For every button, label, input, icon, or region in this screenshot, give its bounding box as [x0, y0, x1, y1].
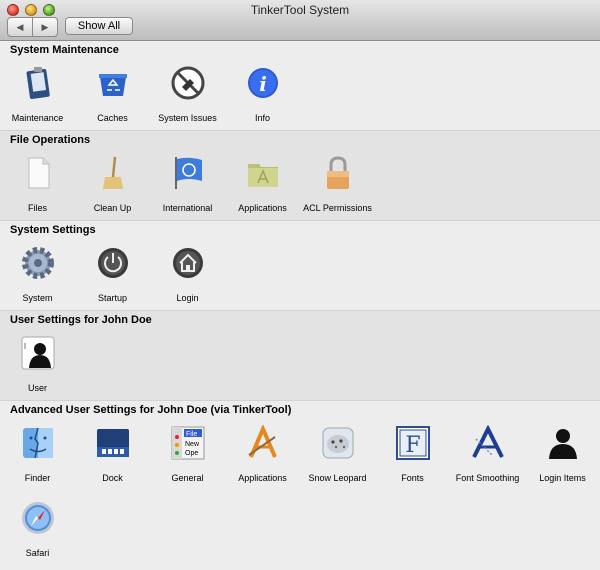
pref-label: Finder: [24, 473, 51, 483]
clipboard-icon: [20, 65, 56, 101]
back-forward-control: ◀ ▶: [7, 17, 58, 37]
info-icon: i: [245, 65, 281, 101]
pref-label: Fonts: [401, 473, 424, 483]
font-smoothing-icon: [470, 424, 506, 461]
pref-label: Dock: [102, 473, 123, 483]
pref-label: Font Smoothing: [455, 473, 520, 483]
pref-safari[interactable]: Safari: [0, 496, 75, 558]
pref-startup[interactable]: Startup: [75, 241, 150, 303]
pref-dock[interactable]: Dock: [75, 421, 150, 483]
pref-label: Applications: [238, 473, 287, 483]
section-file-operations: File Operations Files Clean Up Internati…: [0, 131, 600, 221]
pref-label: Applications: [238, 203, 287, 213]
pref-label: Caches: [97, 113, 128, 123]
pref-general[interactable]: File New Ope General: [150, 421, 225, 483]
home-icon: [170, 245, 206, 281]
power-icon: [95, 245, 131, 281]
applications-a-icon: [245, 423, 281, 461]
pref-login-items[interactable]: Login Items: [525, 421, 600, 483]
pref-system-issues[interactable]: System Issues: [150, 61, 225, 123]
section-title: Advanced User Settings for John Doe (via…: [10, 404, 292, 416]
broom-icon: [95, 155, 131, 191]
pref-label: System: [22, 293, 53, 303]
user-silhouette-icon: [20, 335, 56, 371]
pref-login[interactable]: Login: [150, 241, 225, 303]
pref-label: Clean Up: [93, 203, 132, 213]
window-title: TinkerTool System: [250, 3, 350, 17]
pref-finder[interactable]: Finder: [0, 421, 75, 483]
login-items-icon: [545, 425, 581, 461]
applications-folder-icon: [245, 155, 281, 191]
prohibited-icon: [170, 65, 206, 101]
pref-label: General: [171, 473, 204, 483]
pref-user[interactable]: User: [0, 331, 75, 393]
svg-text:F: F: [405, 433, 420, 458]
pref-label: Snow Leopard: [308, 473, 367, 483]
gear-icon: [20, 245, 56, 281]
general-icon-new: New: [185, 441, 200, 448]
title-bar: TinkerTool System ◀ ▶ Show All: [0, 0, 600, 41]
pref-maintenance[interactable]: Maintenance: [0, 61, 75, 123]
document-icon: [20, 155, 56, 191]
pref-clean-up[interactable]: Clean Up: [75, 151, 150, 213]
pref-label: User: [27, 383, 47, 393]
pref-label: ACL Permissions: [303, 203, 372, 213]
pref-system[interactable]: System: [0, 241, 75, 303]
general-icon-open: Ope: [185, 450, 198, 457]
pref-label: Safari: [25, 548, 50, 558]
pref-label: System Issues: [158, 113, 217, 123]
section-system-maintenance: System Maintenance Maintenance Caches Sy…: [0, 41, 600, 131]
pref-fonts[interactable]: F Fonts: [375, 421, 450, 483]
pref-label: Files: [27, 203, 47, 213]
pref-label: Info: [254, 113, 270, 123]
pref-label: International: [162, 203, 213, 213]
pref-international[interactable]: International: [150, 151, 225, 213]
section-title: User Settings for John Doe: [10, 314, 152, 326]
pref-label: Maintenance: [11, 113, 64, 123]
pref-font-smoothing[interactable]: Font Smoothing: [450, 421, 525, 483]
fonts-icon: F: [395, 425, 431, 461]
section-title: System Settings: [10, 224, 96, 236]
preferences-window: TinkerTool System ◀ ▶ Show All System Ma…: [0, 0, 600, 570]
svg-text:i: i: [259, 72, 267, 96]
padlock-icon: [320, 155, 356, 191]
section-title: File Operations: [10, 134, 91, 146]
safari-compass-icon: [20, 500, 56, 536]
pref-label: Login: [176, 293, 199, 303]
snow-leopard-icon: [320, 425, 356, 461]
back-button[interactable]: ◀: [8, 18, 32, 36]
pref-files[interactable]: Files: [0, 151, 75, 213]
finder-icon: [20, 425, 56, 461]
section-user-settings: User Settings for John Doe User: [0, 311, 600, 401]
un-flag-icon: [170, 155, 206, 191]
show-all-button[interactable]: Show All: [65, 17, 133, 35]
pref-applications-folder[interactable]: Applications: [225, 151, 300, 213]
pref-acl-permissions[interactable]: ACL Permissions: [300, 151, 375, 213]
general-menu-icon: File New Ope: [170, 425, 206, 461]
general-icon-file: File: [186, 431, 197, 438]
section-system-settings: System Settings System Startup Login: [0, 221, 600, 311]
pref-label: Startup: [97, 293, 128, 303]
forward-button[interactable]: ▶: [32, 18, 57, 36]
recycle-bin-icon: [95, 65, 131, 101]
pref-snow-leopard[interactable]: Snow Leopard: [300, 421, 375, 483]
section-advanced-user-settings: Advanced User Settings for John Doe (via…: [0, 401, 600, 570]
section-title: System Maintenance: [10, 44, 119, 56]
pref-info[interactable]: i Info: [225, 61, 300, 123]
pref-label: Login Items: [539, 473, 586, 483]
dock-icon: [95, 425, 131, 461]
pref-caches[interactable]: Caches: [75, 61, 150, 123]
pref-applications[interactable]: Applications: [225, 421, 300, 483]
